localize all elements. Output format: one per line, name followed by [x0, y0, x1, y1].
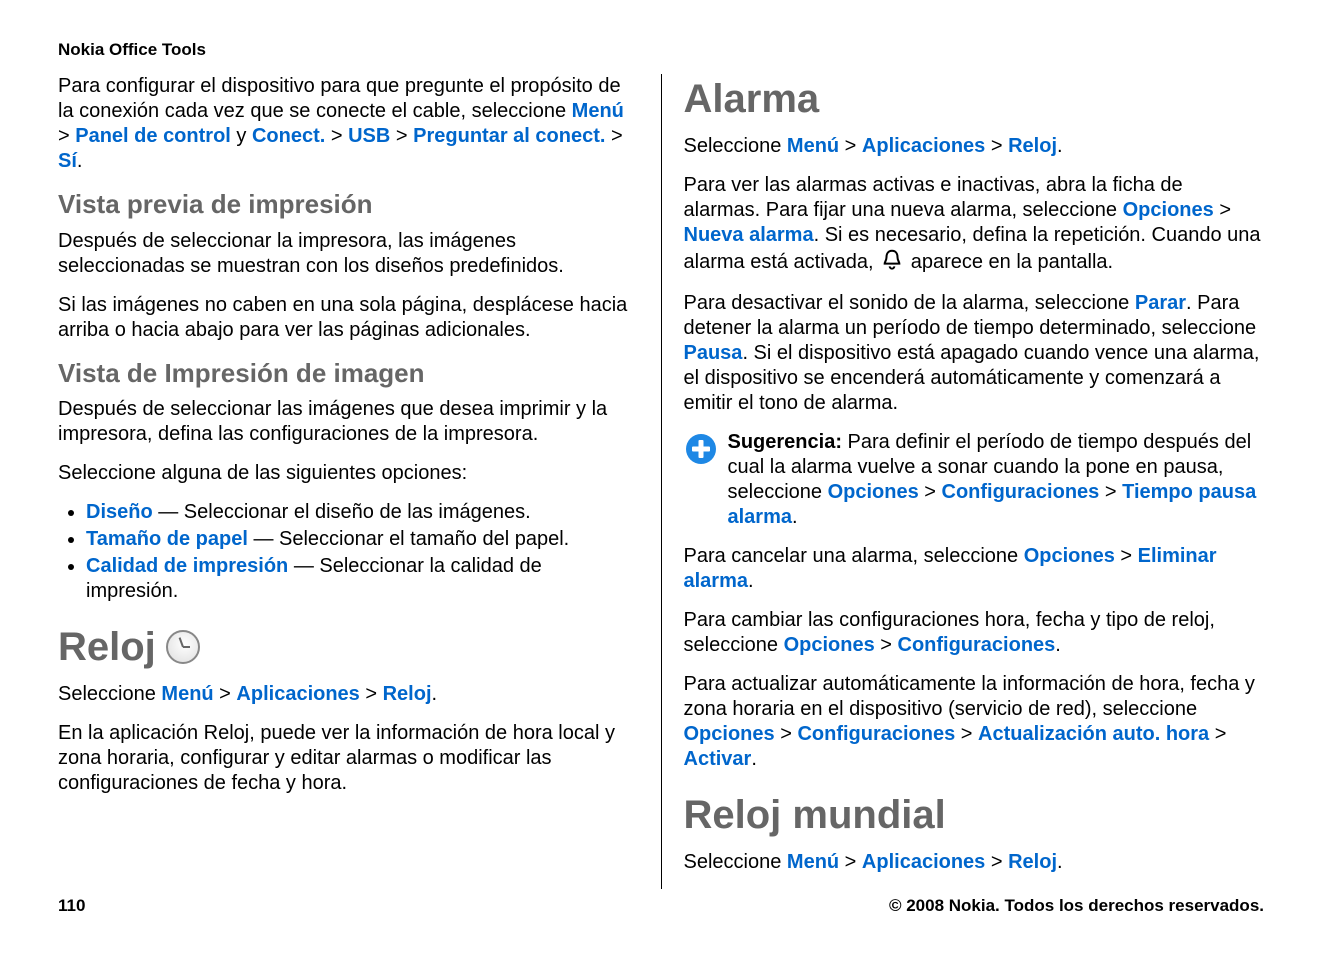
- link-configuraciones[interactable]: Configuraciones: [797, 723, 955, 745]
- breadcrumb-separator: >: [919, 481, 942, 503]
- tip-text: Sugerencia: Para definir el período de t…: [728, 430, 1265, 530]
- breadcrumb-separator: >: [360, 683, 383, 705]
- link-aplicaciones[interactable]: Aplicaciones: [236, 683, 359, 705]
- list-item: Tamaño de papel — Seleccionar el tamaño …: [86, 527, 639, 552]
- link-configuraciones[interactable]: Configuraciones: [898, 634, 1056, 656]
- page-footer: 110 © 2008 Nokia. Todos los derechos res…: [58, 896, 1264, 916]
- breadcrumb-separator: >: [1214, 199, 1231, 221]
- link-opciones[interactable]: Opciones: [784, 634, 875, 656]
- breadcrumb-separator: >: [1209, 723, 1226, 745]
- tip-block: Sugerencia: Para definir el período de t…: [684, 430, 1265, 530]
- breadcrumb-separator: >: [58, 125, 75, 147]
- breadcrumb-separator: >: [875, 634, 898, 656]
- link-usb[interactable]: USB: [348, 125, 390, 147]
- link-reloj[interactable]: Reloj: [1008, 851, 1057, 873]
- breadcrumb-separator: >: [839, 135, 862, 157]
- link-panel-de-control[interactable]: Panel de control: [75, 125, 231, 147]
- link-opciones[interactable]: Opciones: [1024, 545, 1115, 567]
- link-aplicaciones[interactable]: Aplicaciones: [862, 135, 985, 157]
- text: aparece en la pantalla.: [905, 251, 1113, 273]
- heading-clock-label: Reloj: [58, 622, 156, 672]
- heading-world-clock: Reloj mundial: [684, 790, 1265, 840]
- page-number: 110: [58, 896, 85, 916]
- breadcrumb-separator: >: [985, 851, 1008, 873]
- link-nueva-alarma[interactable]: Nueva alarma: [684, 224, 814, 246]
- paragraph: Seleccione Menú > Aplicaciones > Reloj.: [684, 134, 1265, 159]
- paragraph: En la aplicación Reloj, puede ver la inf…: [58, 721, 639, 796]
- paragraph: Seleccione alguna de las siguientes opci…: [58, 461, 639, 486]
- link-reloj[interactable]: Reloj: [383, 683, 432, 705]
- link-reloj[interactable]: Reloj: [1008, 135, 1057, 157]
- heading-clock: Reloj: [58, 622, 639, 672]
- text: Seleccione: [58, 683, 161, 705]
- paragraph: Para cancelar una alarma, seleccione Opc…: [684, 544, 1265, 594]
- paragraph: Seleccione Menú > Aplicaciones > Reloj.: [58, 682, 639, 707]
- paragraph: Para actualizar automáticamente la infor…: [684, 672, 1265, 772]
- list-item: Diseño — Seleccionar el diseño de las im…: [86, 500, 639, 525]
- right-column: Alarma Seleccione Menú > Aplicaciones > …: [661, 74, 1265, 889]
- paragraph: Para desactivar el sonido de la alarma, …: [684, 291, 1265, 416]
- breadcrumb-separator: >: [390, 125, 413, 147]
- text: — Seleccionar el diseño de las imágenes.: [153, 501, 531, 523]
- link-conect[interactable]: Conect.: [252, 125, 325, 147]
- breadcrumb-separator: >: [775, 723, 798, 745]
- link-preguntar-al-conect[interactable]: Preguntar al conect.: [413, 125, 605, 147]
- copyright: © 2008 Nokia. Todos los derechos reserva…: [889, 896, 1264, 916]
- breadcrumb-separator: >: [1099, 481, 1122, 503]
- link-actualizacion-auto-hora[interactable]: Actualización auto. hora: [978, 723, 1209, 745]
- link-activar[interactable]: Activar: [684, 748, 752, 770]
- page-header: Nokia Office Tools: [58, 40, 1264, 60]
- link-opciones[interactable]: Opciones: [684, 723, 775, 745]
- link-configuraciones[interactable]: Configuraciones: [942, 481, 1100, 503]
- paragraph: Para configurar el dispositivo para que …: [58, 74, 639, 174]
- link-opciones[interactable]: Opciones: [828, 481, 919, 503]
- text: Para desactivar el sonido de la alarma, …: [684, 292, 1135, 314]
- paragraph: Si las imágenes no caben en una sola pág…: [58, 293, 639, 343]
- link-calidad-impresion[interactable]: Calidad de impresión: [86, 555, 288, 577]
- link-pausa[interactable]: Pausa: [684, 342, 743, 364]
- heading-alarm: Alarma: [684, 74, 1265, 124]
- breadcrumb-separator: >: [325, 125, 348, 147]
- text: Seleccione: [684, 135, 787, 157]
- link-si[interactable]: Sí: [58, 150, 77, 172]
- breadcrumb-separator: >: [1115, 545, 1138, 567]
- text: . Si el dispositivo está apagado cuando …: [684, 342, 1260, 414]
- link-menu[interactable]: Menú: [161, 683, 213, 705]
- text: Para actualizar automáticamente la infor…: [684, 673, 1255, 720]
- text: — Seleccionar el tamaño del papel.: [248, 528, 569, 550]
- text: Para cancelar una alarma, seleccione: [684, 545, 1024, 567]
- list-item: Calidad de impresión — Seleccionar la ca…: [86, 554, 639, 604]
- breadcrumb-separator: >: [214, 683, 237, 705]
- text: y: [231, 125, 252, 147]
- text: Seleccione: [684, 851, 787, 873]
- breadcrumb-separator: >: [955, 723, 978, 745]
- options-list: Diseño — Seleccionar el diseño de las im…: [58, 500, 639, 604]
- heading-image-print-view: Vista de Impresión de imagen: [58, 357, 639, 390]
- link-opciones[interactable]: Opciones: [1123, 199, 1214, 221]
- link-aplicaciones[interactable]: Aplicaciones: [862, 851, 985, 873]
- paragraph: Para cambiar las configuraciones hora, f…: [684, 608, 1265, 658]
- paragraph: Seleccione Menú > Aplicaciones > Reloj.: [684, 850, 1265, 875]
- breadcrumb-separator: >: [839, 851, 862, 873]
- link-parar[interactable]: Parar: [1135, 292, 1186, 314]
- clock-icon: [166, 630, 200, 664]
- text: Para ver las alarmas activas e inactivas…: [684, 174, 1183, 221]
- paragraph: Para ver las alarmas activas e inactivas…: [684, 173, 1265, 277]
- text: Para configurar el dispositivo para que …: [58, 75, 621, 122]
- paragraph: Después de seleccionar las imágenes que …: [58, 397, 639, 447]
- tip-plus-icon: [684, 432, 718, 466]
- tip-label: Sugerencia:: [728, 431, 848, 453]
- alarm-icon: [881, 248, 903, 277]
- link-tamano-papel[interactable]: Tamaño de papel: [86, 528, 248, 550]
- breadcrumb-separator: >: [605, 125, 622, 147]
- paragraph: Después de seleccionar la impresora, las…: [58, 229, 639, 279]
- link-menu[interactable]: Menú: [787, 851, 839, 873]
- left-column: Para configurar el dispositivo para que …: [58, 74, 661, 889]
- breadcrumb-separator: >: [985, 135, 1008, 157]
- link-diseno[interactable]: Diseño: [86, 501, 153, 523]
- link-menu[interactable]: Menú: [787, 135, 839, 157]
- heading-print-preview: Vista previa de impresión: [58, 188, 639, 221]
- link-menu[interactable]: Menú: [572, 100, 624, 122]
